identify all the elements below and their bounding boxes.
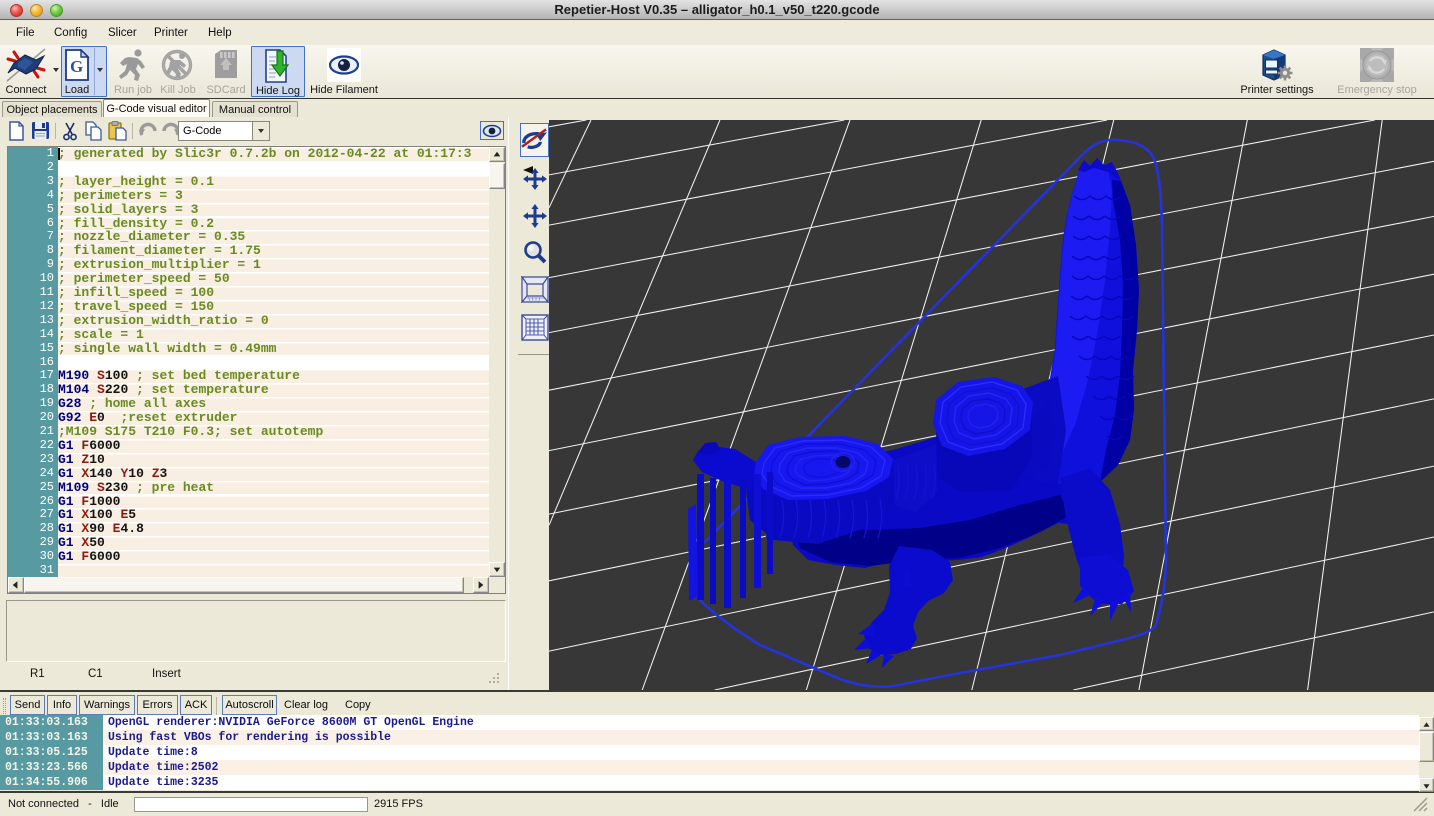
svg-text:G: G [70, 57, 83, 76]
